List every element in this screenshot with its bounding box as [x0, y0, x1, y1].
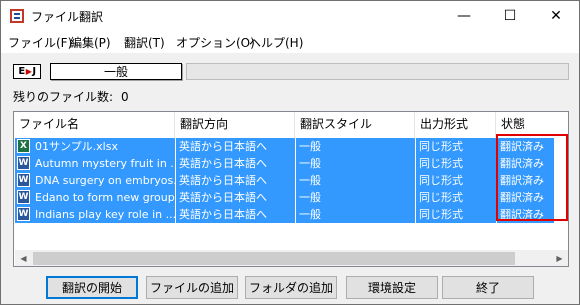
remaining-label: 残りのファイル数:: [13, 90, 114, 104]
word-file-icon: W: [17, 156, 30, 170]
format-cell: 同じ形式: [416, 138, 497, 155]
title-bar[interactable]: ファイル翻訳 — ☐ ✕: [1, 1, 579, 31]
menu-translate[interactable]: 翻訳(T): [124, 34, 165, 51]
menu-edit[interactable]: 編集(P): [70, 34, 111, 51]
style-cell: 一般: [296, 189, 416, 206]
add-folder-button[interactable]: フォルダの追加: [245, 276, 337, 299]
logo-left-letter: E: [18, 66, 25, 77]
file-translation-window: ファイル翻訳 — ☐ ✕ ファイル(F) 編集(P) 翻訳(T) オプション(O…: [0, 0, 580, 305]
direction-cell: 英語から日本語へ: [176, 189, 296, 206]
file-list[interactable]: ファイル名 翻訳方向 翻訳スタイル 出力形式 状態 X 01サンプル.xlsx …: [13, 111, 569, 267]
style-cell: 一般: [296, 155, 416, 172]
format-cell: 同じ形式: [416, 206, 497, 223]
menu-options[interactable]: オプション(O): [176, 34, 255, 51]
menu-help[interactable]: ヘルプ(H): [249, 34, 303, 51]
menu-bar: ファイル(F) 編集(P) 翻訳(T) オプション(O) ヘルプ(H): [1, 31, 579, 53]
direction-cell: 英語から日本語へ: [176, 155, 296, 172]
excel-file-icon: X: [17, 139, 30, 153]
remaining-files: 残りのファイル数: 0: [13, 88, 129, 105]
remaining-count: 0: [121, 90, 129, 104]
direction-cell: 英語から日本語へ: [176, 206, 296, 223]
table-row[interactable]: X 01サンプル.xlsx 英語から日本語へ 一般 同じ形式 翻訳済み: [15, 138, 554, 155]
start-translation-button[interactable]: 翻訳の開始: [46, 276, 138, 299]
format-cell: 同じ形式: [416, 189, 497, 206]
file-name: Autumn mystery fruit in ...: [35, 157, 176, 170]
file-name: 01サンプル.xlsx: [35, 140, 118, 153]
style-cell: 一般: [296, 206, 416, 223]
table-row[interactable]: W Indians play key role in ... 英語から日本語へ …: [15, 206, 554, 223]
progress-bar: [186, 63, 569, 80]
style-cell: 一般: [296, 172, 416, 189]
direction-arrow-icon: ▶: [25, 67, 32, 76]
column-header-style[interactable]: 翻訳スタイル: [295, 112, 415, 137]
direction-cell: 英語から日本語へ: [176, 172, 296, 189]
direction-cell: 英語から日本語へ: [176, 138, 296, 155]
app-icon: [10, 9, 24, 23]
word-file-icon: W: [17, 190, 30, 204]
table-row[interactable]: W Autumn mystery fruit in ... 英語から日本語へ 一…: [15, 155, 554, 172]
maximize-button[interactable]: ☐: [487, 1, 533, 31]
translation-style-button[interactable]: 一般: [50, 63, 182, 80]
window-title: ファイル翻訳: [31, 10, 104, 24]
column-header-format[interactable]: 出力形式: [415, 112, 496, 137]
status-highlight-box: [496, 134, 568, 221]
minimize-button[interactable]: —: [441, 1, 487, 31]
table-row[interactable]: W DNA surgery on embryos... 英語から日本語へ 一般 …: [15, 172, 554, 189]
scroll-left-arrow-icon[interactable]: ◀: [15, 250, 32, 266]
format-cell: 同じ形式: [416, 155, 497, 172]
word-file-icon: W: [17, 207, 30, 221]
scroll-thumb[interactable]: [33, 252, 515, 265]
scroll-right-arrow-icon[interactable]: ▶: [551, 250, 568, 266]
style-cell: 一般: [296, 138, 416, 155]
ej-translation-icon[interactable]: E ▶ J: [13, 64, 41, 79]
close-button[interactable]: ✕: [533, 1, 579, 31]
table-row[interactable]: W Edano to form new group... 英語から日本語へ 一般…: [15, 189, 554, 206]
file-name: Indians play key role in ...: [35, 208, 176, 221]
format-cell: 同じ形式: [416, 172, 497, 189]
file-name: Edano to form new group...: [35, 191, 176, 204]
add-file-button[interactable]: ファイルの追加: [146, 276, 238, 299]
settings-button[interactable]: 環境設定: [346, 276, 438, 299]
column-header-direction[interactable]: 翻訳方向: [175, 112, 295, 137]
exit-button[interactable]: 終了: [442, 276, 534, 299]
logo-right-letter: J: [32, 66, 36, 77]
word-file-icon: W: [17, 173, 30, 187]
horizontal-scrollbar[interactable]: ◀ ▶: [15, 250, 568, 266]
column-header-filename[interactable]: ファイル名: [14, 112, 175, 137]
file-name: DNA surgery on embryos...: [35, 174, 176, 187]
menu-file[interactable]: ファイル(F): [8, 34, 72, 51]
